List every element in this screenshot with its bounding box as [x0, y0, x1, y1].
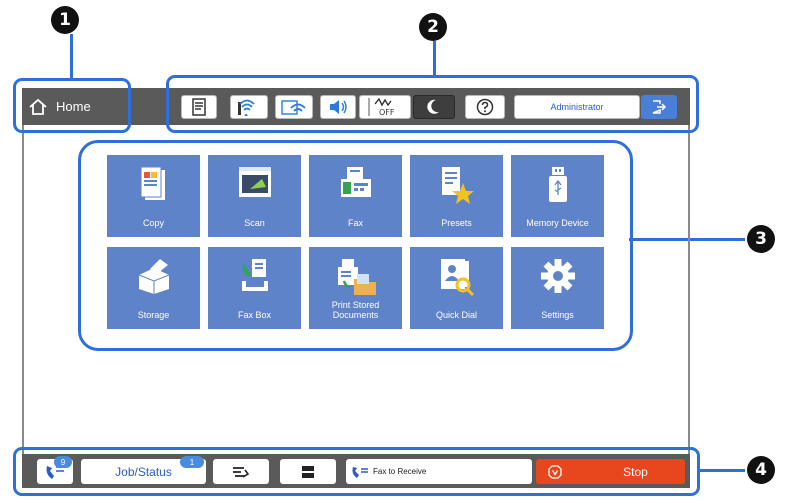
highlight-bottom-bar — [13, 447, 700, 496]
callout-4: 4 — [747, 456, 775, 484]
callout-2: 2 — [419, 13, 447, 41]
highlight-status-icons — [166, 75, 699, 133]
callout-3: 3 — [747, 225, 775, 253]
leader-line-1 — [70, 34, 73, 79]
leader-line-4 — [698, 469, 745, 472]
highlight-home-area — [13, 78, 131, 133]
highlight-app-grid — [78, 140, 633, 351]
leader-line-2 — [433, 41, 436, 75]
callout-1: 1 — [51, 6, 79, 34]
